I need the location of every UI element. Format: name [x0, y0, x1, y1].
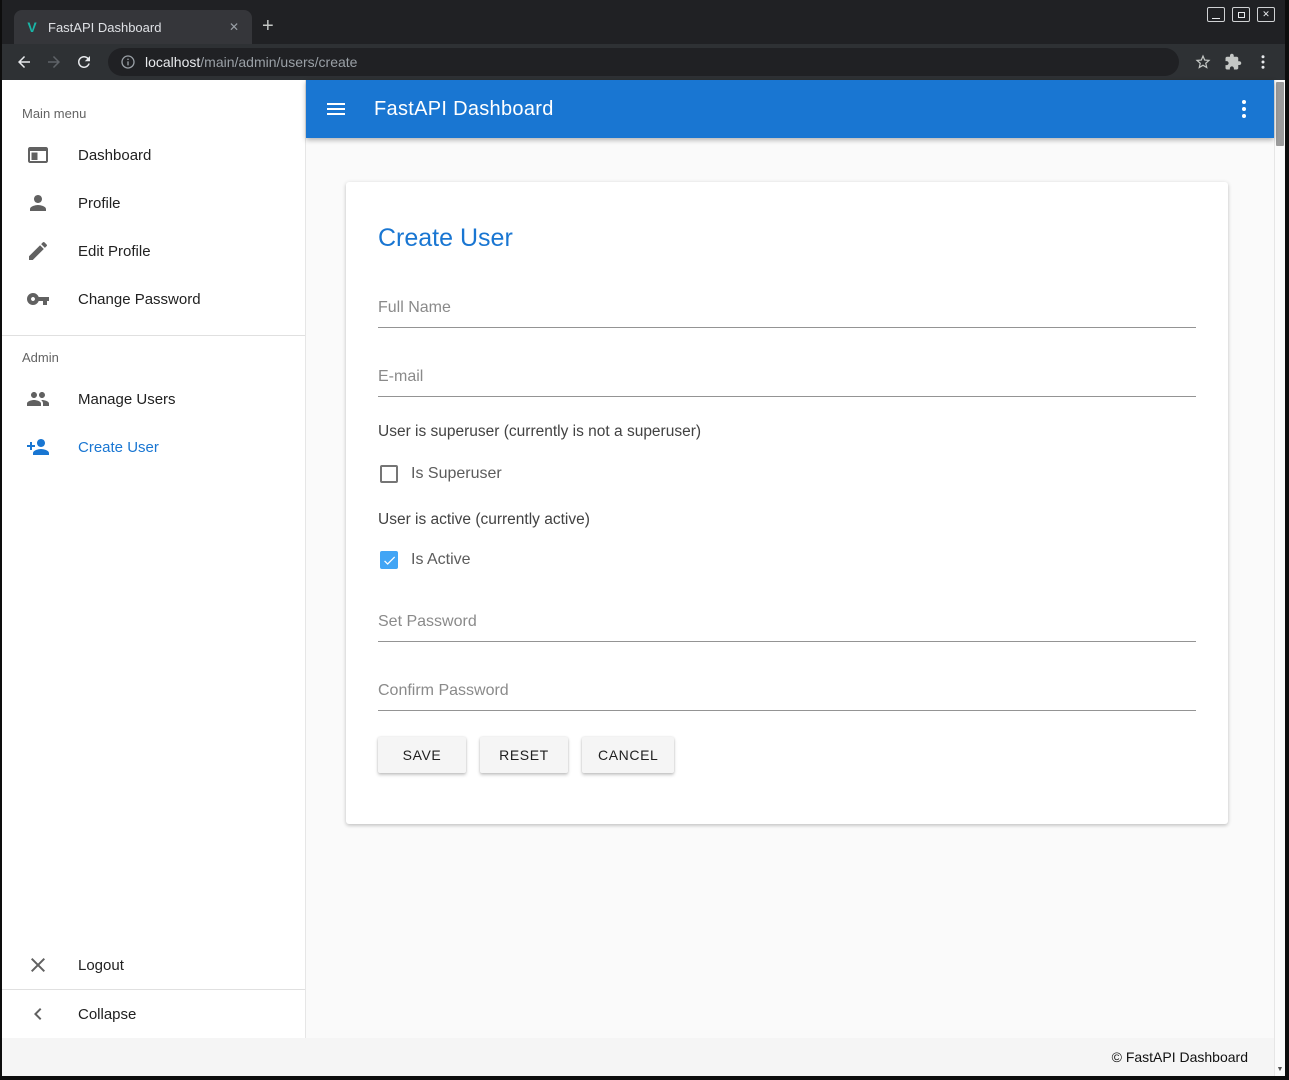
set-password-field-wrap — [378, 613, 1196, 642]
sidebar-item-label: Profile — [78, 195, 121, 212]
sidebar-item-label: Edit Profile — [78, 243, 151, 260]
key-icon — [26, 287, 50, 311]
reload-icon[interactable] — [72, 50, 96, 74]
sidebar-item-dashboard[interactable]: Dashboard — [2, 131, 305, 179]
forward-icon[interactable] — [42, 50, 66, 74]
full-name-field-wrap — [378, 299, 1196, 328]
page-scrollbar[interactable]: ▼ — [1274, 80, 1285, 1076]
appbar-title: FastAPI Dashboard — [374, 98, 554, 121]
bookmark-star-icon[interactable] — [1191, 50, 1215, 74]
new-tab-button[interactable]: + — [262, 16, 274, 36]
checkbox-label: Is Superuser — [411, 465, 502, 483]
save-button[interactable]: SAVE — [378, 737, 466, 773]
sidebar-item-label: Dashboard — [78, 147, 151, 164]
browser-tab[interactable]: V FastAPI Dashboard ✕ — [14, 10, 252, 44]
set-password-input[interactable] — [378, 613, 1196, 642]
checkbox-checked-icon[interactable] — [380, 551, 398, 569]
is-superuser-checkbox-row[interactable]: Is Superuser — [378, 465, 1196, 483]
sidebar-item-label: Change Password — [78, 291, 201, 308]
hamburger-menu-icon[interactable] — [324, 97, 348, 121]
sidebar-item-collapse[interactable]: Collapse — [2, 990, 305, 1038]
site-info-icon[interactable] — [120, 54, 136, 70]
tab-title: FastAPI Dashboard — [48, 20, 218, 35]
reset-button[interactable]: RESET — [480, 737, 568, 773]
sidebar-item-label: Logout — [78, 957, 124, 974]
address-bar[interactable]: localhost/main/admin/users/create — [108, 48, 1179, 76]
sidebar-item-label: Manage Users — [78, 391, 176, 408]
confirm-password-field-wrap — [378, 682, 1196, 711]
email-field-wrap — [378, 368, 1196, 397]
sidebar-item-logout[interactable]: Logout — [2, 941, 305, 989]
url-host: localhost — [145, 54, 200, 70]
footer-copyright: © FastAPI Dashboard — [1112, 1049, 1248, 1065]
browser-window: V FastAPI Dashboard ✕ + ✕ localhost/main… — [0, 0, 1289, 1080]
email-input[interactable] — [378, 368, 1196, 397]
chevron-left-icon — [26, 1002, 50, 1026]
sidebar-item-change-password[interactable]: Change Password — [2, 275, 305, 323]
checkbox-label: Is Active — [411, 551, 471, 569]
browser-menu-icon[interactable] — [1251, 50, 1275, 74]
sidebar-section-main-menu: Main menu — [2, 80, 305, 131]
page-viewport: Main menu Dashboard Profile — [2, 80, 1285, 1076]
superuser-hint: User is superuser (currently is not a su… — [378, 423, 1196, 441]
close-button[interactable]: ✕ — [1257, 7, 1275, 22]
page-footer: © FastAPI Dashboard — [2, 1038, 1274, 1076]
sidebar-item-label: Collapse — [78, 1006, 136, 1023]
confirm-password-input[interactable] — [378, 682, 1196, 711]
person-add-icon — [26, 435, 50, 459]
sidebar-section-admin: Admin — [2, 336, 305, 375]
active-hint: User is active (currently active) — [378, 511, 1196, 529]
scrollbar-thumb[interactable] — [1276, 82, 1284, 146]
tab-close-icon[interactable]: ✕ — [226, 18, 242, 36]
scrollbar-down-arrow-icon[interactable]: ▼ — [1275, 1066, 1285, 1073]
sidebar-item-profile[interactable]: Profile — [2, 179, 305, 227]
minimize-button[interactable] — [1207, 7, 1225, 22]
page-title: Create User — [378, 224, 1196, 253]
pencil-icon — [26, 239, 50, 263]
sidebar-item-create-user[interactable]: Create User — [2, 423, 305, 471]
sidebar-item-edit-profile[interactable]: Edit Profile — [2, 227, 305, 275]
browser-toolbar: localhost/main/admin/users/create — [2, 44, 1285, 80]
sidebar-item-manage-users[interactable]: Manage Users — [2, 375, 305, 423]
main-area: FastAPI Dashboard Create User — [306, 80, 1274, 1038]
people-icon — [26, 387, 50, 411]
create-user-card: Create User User is superuser (currently… — [346, 182, 1228, 824]
cancel-button[interactable]: CANCEL — [582, 737, 674, 773]
browser-titlebar: V FastAPI Dashboard ✕ + ✕ — [2, 0, 1285, 44]
app-bar: FastAPI Dashboard — [306, 80, 1274, 138]
dashboard-icon — [26, 143, 50, 167]
maximize-button[interactable] — [1232, 7, 1250, 22]
window-controls: ✕ — [1207, 7, 1275, 22]
vuetify-favicon-icon: V — [24, 19, 40, 35]
sidebar-item-label: Create User — [78, 439, 159, 456]
close-icon — [26, 953, 50, 977]
appbar-menu-icon[interactable] — [1232, 97, 1256, 121]
url-path: /main/admin/users/create — [200, 54, 357, 70]
form-buttons: SAVE RESET CANCEL — [378, 737, 1196, 773]
checkbox-unchecked-icon[interactable] — [380, 465, 398, 483]
full-name-input[interactable] — [378, 299, 1196, 328]
is-active-checkbox-row[interactable]: Is Active — [378, 551, 1196, 569]
page-content: Create User User is superuser (currently… — [306, 138, 1274, 1038]
sidebar-spacer — [2, 471, 305, 941]
sidebar: Main menu Dashboard Profile — [2, 80, 306, 1038]
extensions-icon[interactable] — [1221, 50, 1245, 74]
back-icon[interactable] — [12, 50, 36, 74]
person-icon — [26, 191, 50, 215]
url-text: localhost/main/admin/users/create — [145, 54, 357, 70]
